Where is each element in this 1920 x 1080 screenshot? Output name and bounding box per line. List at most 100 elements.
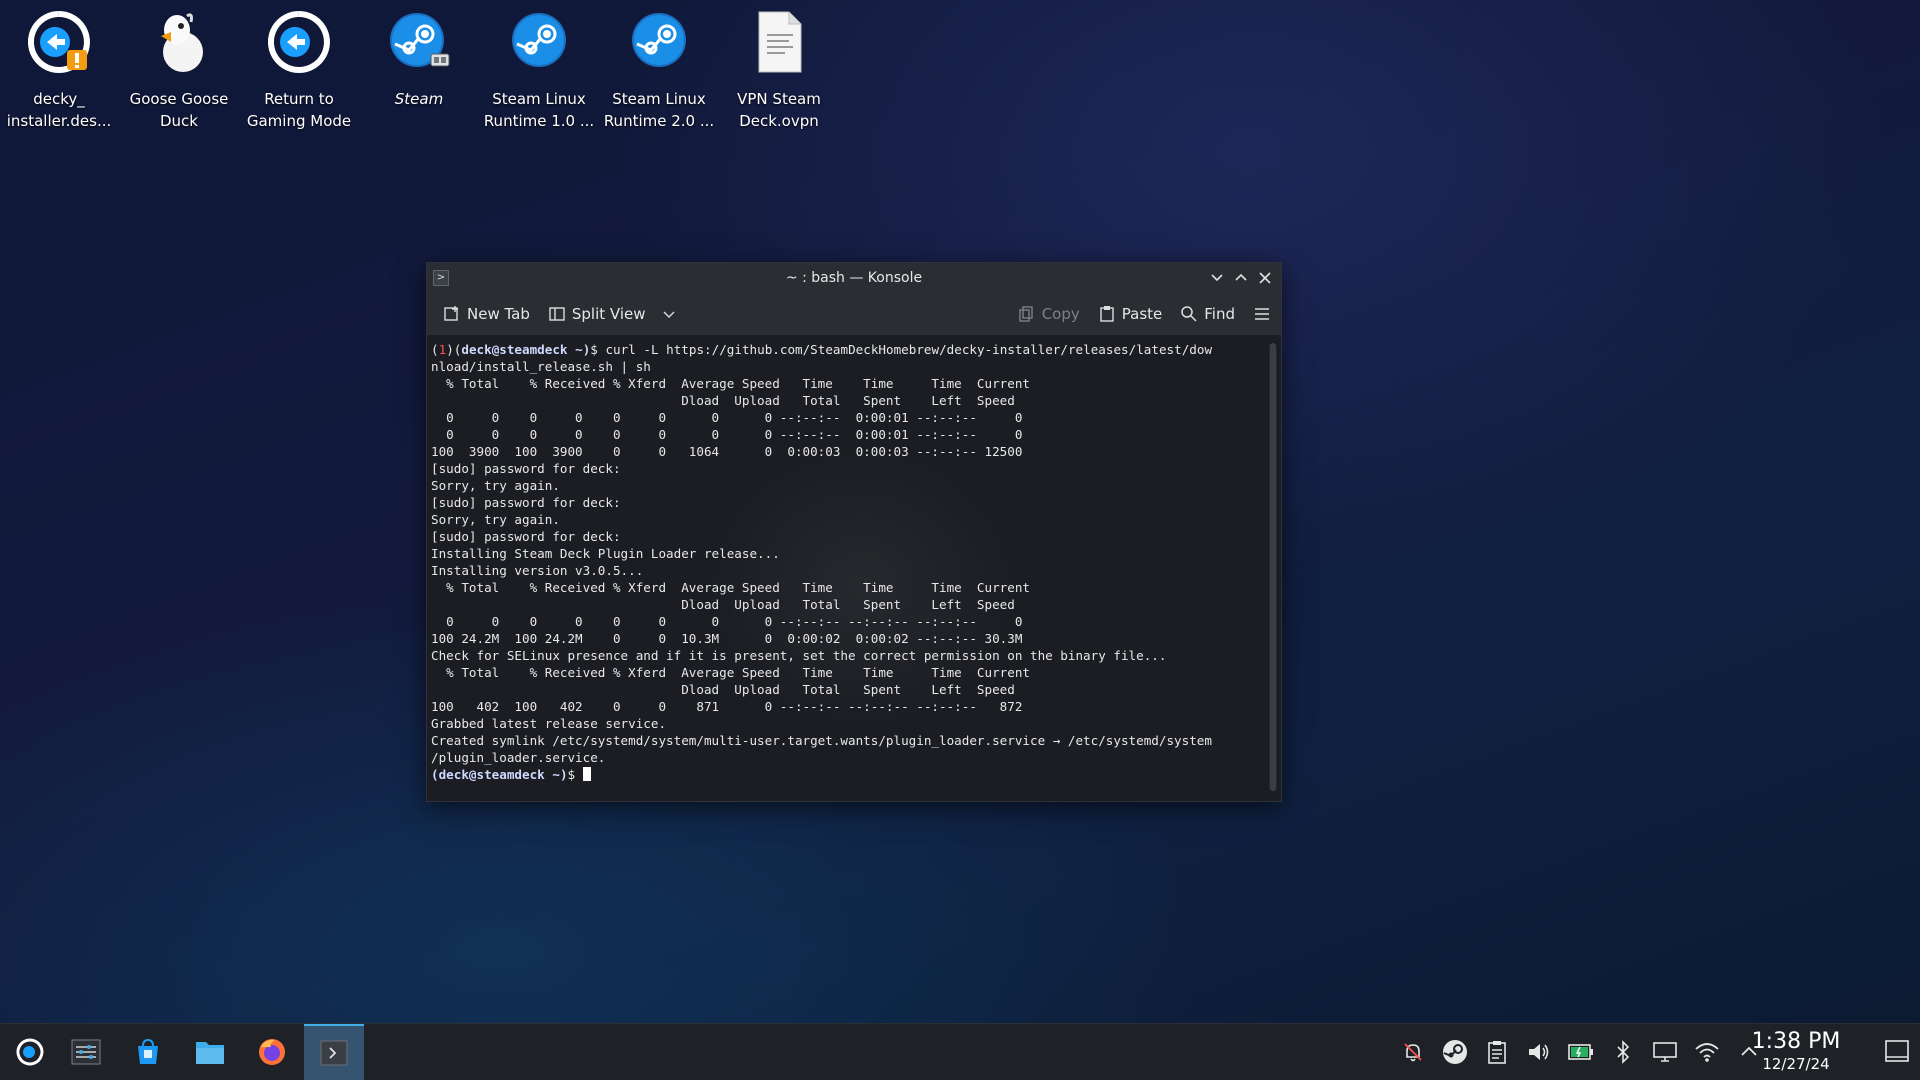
system-settings-button[interactable] [56,1024,116,1080]
desktop-icon-label: VPN Steam Deck.ovpn [737,90,821,130]
desktop-icon-vpn-steam-deck[interactable]: VPN Steam Deck.ovpn [720,10,838,132]
wifi-icon [1695,1043,1719,1062]
discover-store-icon [138,1038,158,1064]
desktop-icon-goose-goose-duck[interactable]: Goose Goose Duck [120,10,238,132]
split-view-icon [549,307,565,321]
terminal-line: [sudo] password for deck: [431,529,621,544]
bluetooth-button[interactable] [1608,1037,1638,1067]
clipboard-icon [1488,1041,1506,1064]
terminal-line: 0 0 0 0 0 0 0 0 --:--:-- 0:00:01 --:--:-… [431,410,1023,425]
terminal-line: [sudo] password for deck: [431,495,621,510]
desktop-icon-label: Return to Gaming Mode [246,90,352,130]
notifications-off-icon [1404,1043,1422,1062]
display-button[interactable] [1650,1037,1680,1067]
konsole-taskbar-button[interactable] [304,1024,364,1080]
chevron-down-icon [663,311,675,318]
paste-icon [1100,306,1114,322]
terminal-output[interactable]: (1)(deck@steamdeck ~)$ curl -L https://g… [431,337,1263,797]
window-title: ~ : bash — Konsole [785,270,923,286]
terminal-line: 0 0 0 0 0 0 0 0 --:--:-- --:--:-- --:--:… [431,614,1023,629]
window-titlebar[interactable]: > ~ : bash — Konsole [427,263,1281,293]
clock-date: 12/27/24 [1762,1055,1830,1073]
terminal-scrollbar[interactable] [1269,343,1277,791]
find-label: Find [1204,305,1235,323]
terminal-line: [sudo] password for deck: [431,461,621,476]
terminal-line: % Total % Received % Xferd Average Speed… [431,376,1030,391]
show-desktop-button[interactable] [1884,1038,1910,1064]
terminal-line: 100 24.2M 100 24.2M 0 0 10.3M 0 0:00:02 … [431,631,1023,646]
konsole-app-icon[interactable]: > [433,270,449,286]
split-view-button[interactable]: Split View [548,305,678,323]
final-prompt-line: (deck@steamdeck ~)$ [431,767,591,782]
volume-icon [1529,1044,1549,1060]
desktop-icon-steam-linux-runtime-1[interactable]: Steam Linux Runtime 1.0 ... [480,10,598,132]
application-launcher-icon [16,1038,44,1066]
terminal-line: Check for SELinux presence and if it is … [431,648,1167,663]
application-launcher-button[interactable] [0,1024,60,1080]
paste-button[interactable]: Paste [1098,305,1163,323]
show-desktop-icon [1885,1040,1909,1062]
scrollbar-thumb[interactable] [1270,343,1276,791]
terminal-line: % Total % Received % Xferd Average Speed… [431,665,1030,680]
copy-button[interactable]: Copy [1018,305,1080,323]
konsole-window[interactable]: > ~ : bash — Konsole New Tab Split View [426,262,1282,802]
desktop-icon-steam[interactable]: Steam [360,10,478,110]
desktop-icon-decky-installer[interactable]: decky_ installer.des... [0,10,118,132]
terminal-line: Dload Upload Total Spent Left Speed [431,393,1015,408]
terminal-output-lines: % Total % Received % Xferd Average Speed… [431,376,1212,765]
terminal-line: 100 402 100 402 0 0 871 0 --:--:-- --:--… [431,699,1023,714]
final-prompt-path: ~ [552,767,560,782]
konsole-toolbar: New Tab Split View Copy Paste Find [427,293,1281,336]
wifi-button[interactable] [1692,1037,1722,1067]
terminal-line: Created symlink /etc/systemd/system/mult… [431,733,1212,748]
firefox-icon [259,1039,285,1065]
prompt-line: (1)(deck@steamdeck ~)$ curl -L https://g… [431,342,1213,357]
terminal-line: /plugin_loader.service. [431,750,606,765]
close-button[interactable] [1257,263,1273,293]
steam-tray-icon [1443,1040,1467,1064]
digital-clock[interactable]: 1:38 PM 12/27/24 [1736,1028,1856,1072]
file-manager-icon [196,1042,224,1064]
paste-label: Paste [1121,305,1163,323]
battery-button[interactable] [1566,1037,1596,1067]
copy-label: Copy [1041,305,1080,323]
bluetooth-icon [1617,1040,1630,1064]
taskbar: 1:38 PM 12/27/24 [0,1023,1920,1080]
prompt-user-host: deck@steamdeck [461,342,568,357]
clipboard-button[interactable] [1482,1037,1512,1067]
file-manager-button[interactable] [180,1024,240,1080]
hamburger-menu-icon [1255,308,1269,320]
firefox-button[interactable] [242,1024,302,1080]
terminal-line: Dload Upload Total Spent Left Speed [431,682,1015,697]
prompt-exit-code: 1 [438,342,447,357]
decky-installer-icon [27,10,91,74]
discover-store-button[interactable] [118,1024,178,1080]
terminal-line: 0 0 0 0 0 0 0 0 --:--:-- 0:00:01 --:--:-… [431,427,1023,442]
document-icon [747,10,811,74]
system-settings-icon [71,1039,101,1065]
desktop-icon-return-to-gaming-mode[interactable]: Return to Gaming Mode [240,10,358,132]
prompt-path: ~ [575,342,583,357]
terminal-cursor [582,767,591,781]
terminal-line: % Total % Received % Xferd Average Speed… [431,580,1030,595]
split-view-label: Split View [571,305,646,323]
volume-button[interactable] [1524,1037,1554,1067]
steam-icon [507,10,571,74]
chevron-down-icon [1211,274,1223,282]
new-tab-label: New Tab [467,305,530,323]
copy-icon [1019,306,1033,322]
terminal-line: Sorry, try again. [431,478,560,493]
prompt-command: curl -L https://github.com/SteamDeckHome… [605,342,1213,357]
desktop-icon-label: decky_ installer.des... [6,90,112,130]
terminal-line: Sorry, try again. [431,512,560,527]
steam-tray-button[interactable] [1440,1037,1470,1067]
close-icon [1259,272,1271,284]
maximize-button[interactable] [1233,263,1249,293]
desktop-icon-label: Goose Goose Duck [129,90,229,130]
hamburger-menu-button[interactable] [1253,305,1271,323]
desktop-icon-steam-linux-runtime-2[interactable]: Steam Linux Runtime 2.0 ... [600,10,718,132]
minimize-button[interactable] [1209,263,1225,293]
new-tab-button[interactable]: New Tab [443,305,530,323]
notifications-button[interactable] [1398,1037,1428,1067]
find-button[interactable]: Find [1180,305,1235,323]
